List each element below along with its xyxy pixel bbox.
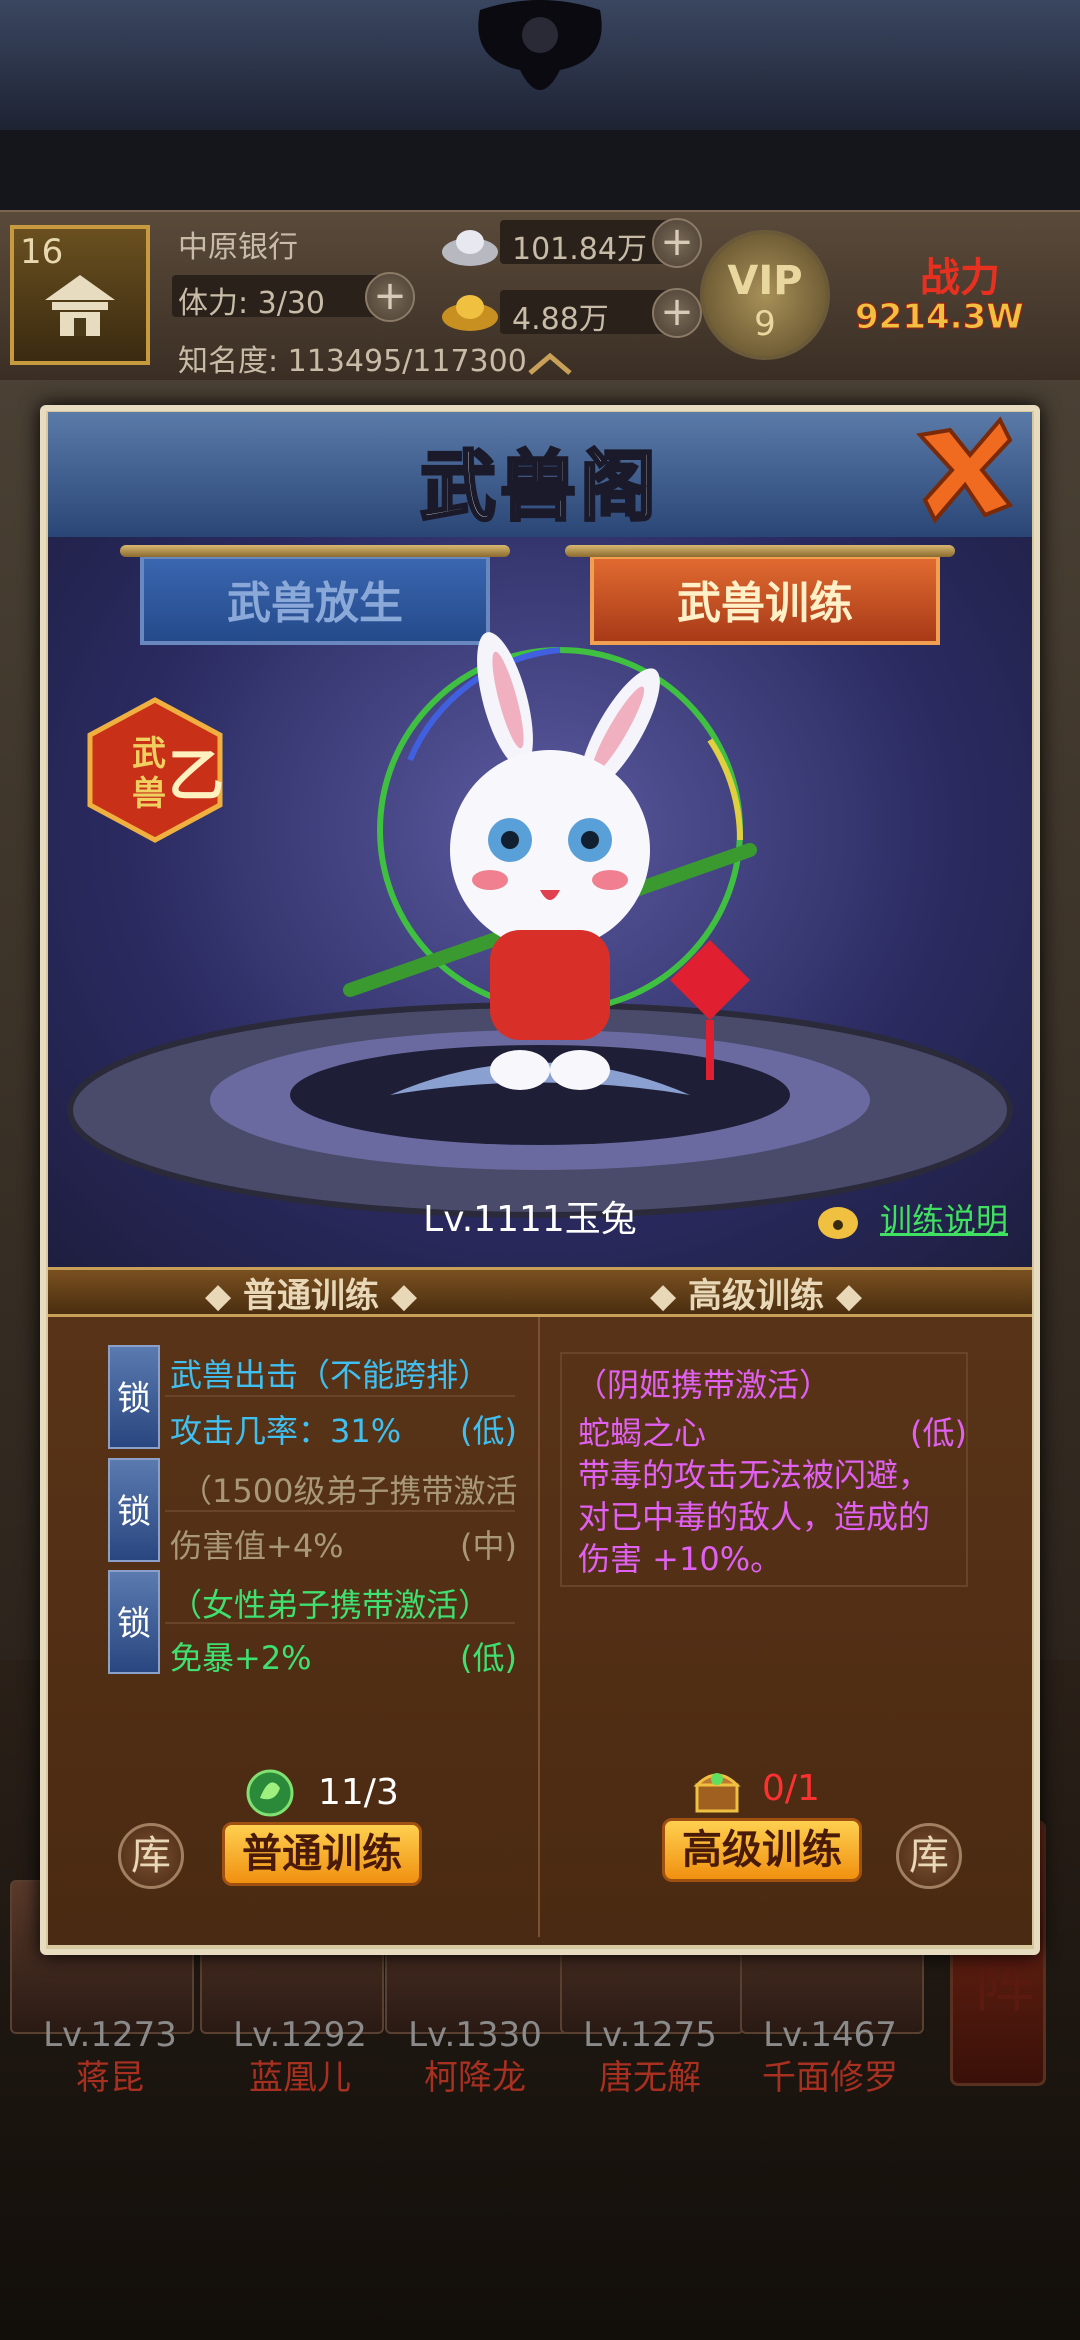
advanced-skill-desc: 带毒的攻击无法被闪避， (578, 1456, 931, 1494)
hero-name: 蓝凰儿 (249, 2058, 351, 2098)
normal-training-title: ◆ 普通训练 ◆ (205, 1276, 417, 1316)
power-label: 战力 (920, 255, 1000, 301)
tab-rod (565, 545, 955, 557)
hero-level: Lv.1467 (763, 2015, 897, 2055)
advanced-skill-desc: 伤害 +10%。 (578, 1540, 783, 1578)
player-name: 中原银行 (178, 230, 298, 265)
advanced-count: 0/1 (762, 1768, 820, 1809)
add-stamina-button[interactable]: + (365, 272, 415, 322)
silver-ingot-icon (442, 230, 498, 266)
hero-name: 柯降龙 (424, 2058, 526, 2098)
silver-amount: 101.84万 (512, 232, 647, 267)
hero-level: Lv.1330 (408, 2015, 542, 2055)
pet-name: Lv.1111玉兔 (423, 1199, 637, 1240)
normal-training-button[interactable]: 普通训练 (222, 1822, 422, 1886)
hero-name: 千面修罗 (762, 2058, 898, 2098)
advanced-skill-desc: 对已中毒的敌人，造成的 (578, 1498, 931, 1536)
dialog-title: 武兽阁 (419, 441, 660, 533)
treasure-chest-icon (693, 1773, 741, 1813)
chevron-up-icon[interactable] (525, 348, 575, 378)
hero-name: 蒋昆 (76, 2058, 144, 2098)
skill-activation: （女性弟子携带激活） (170, 1586, 491, 1624)
hero-level: Lv.1275 (583, 2015, 717, 2055)
advanced-skill-grade: (低) (910, 1414, 967, 1452)
row-divider (165, 1395, 515, 1397)
skill-grade: (低) (460, 1639, 517, 1677)
stamina-label: 体力: 3/30 (178, 286, 326, 321)
advanced-training-title: ◆ 高级训练 ◆ (650, 1276, 862, 1316)
skill-grade: (低) (460, 1412, 517, 1450)
roof-ornament (478, 0, 602, 90)
advanced-training-button[interactable]: 高级训练 (662, 1818, 862, 1882)
skill-effect: 免暴+2% (170, 1639, 312, 1677)
vip-badge[interactable]: VIP 9 (700, 230, 830, 360)
lock-button[interactable]: 锁 (108, 1458, 160, 1562)
svg-text:武: 武 (132, 734, 166, 774)
hero-level: Lv.1273 (43, 2015, 177, 2055)
row-divider (165, 1510, 515, 1512)
column-divider (538, 1317, 540, 1937)
close-icon[interactable] (910, 415, 1020, 525)
house-icon (45, 275, 115, 336)
skill-grade: (中) (460, 1527, 517, 1565)
svg-text:兽: 兽 (132, 774, 166, 814)
bell-icon (818, 1207, 858, 1239)
skill-effect: 攻击几率：31% (170, 1412, 402, 1450)
combat-power[interactable]: 战力 9214.3W (850, 245, 1070, 345)
jade-rabbit-pet (343, 632, 757, 1090)
power-value: 9214.3W (855, 297, 1025, 338)
normal-count: 11/3 (318, 1772, 399, 1813)
grade-badge: 武 兽 乙 (87, 697, 224, 843)
section-header (48, 1267, 1032, 1317)
lock-button[interactable]: 锁 (108, 1570, 160, 1674)
skill-effect: 伤害值+4% (170, 1527, 344, 1565)
add-silver-button[interactable]: + (652, 218, 702, 268)
advanced-activation: （阴姬携带激活） (575, 1366, 832, 1404)
vip-label: VIP (727, 258, 803, 304)
row-divider (165, 1622, 515, 1624)
normal-storage-button[interactable]: 库 (118, 1823, 184, 1889)
vip-level: 9 (754, 304, 776, 344)
skill-activation: （1500级弟子携带激活 (180, 1472, 518, 1510)
lock-button[interactable]: 锁 (108, 1345, 160, 1449)
advanced-storage-button[interactable]: 库 (896, 1823, 962, 1889)
gold-ingot-icon (442, 295, 498, 331)
hero-level: Lv.1292 (233, 2015, 367, 2055)
skill-name: 武兽出击（不能跨排） (170, 1356, 491, 1394)
training-info-label: 训练说明 (880, 1201, 1009, 1239)
player-level: 16 (20, 232, 64, 272)
header-band (0, 130, 1080, 210)
leaf-token-icon (246, 1769, 294, 1817)
hero-name: 唐无解 (599, 2058, 701, 2098)
gold-amount: 4.88万 (512, 302, 609, 337)
svg-text:乙: 乙 (168, 744, 224, 809)
tab-rod (120, 545, 510, 557)
add-gold-button[interactable]: + (652, 288, 702, 338)
advanced-skill-name: 蛇蝎之心 (578, 1414, 707, 1452)
fame-label: 知名度: 113495/117300 (178, 344, 527, 379)
